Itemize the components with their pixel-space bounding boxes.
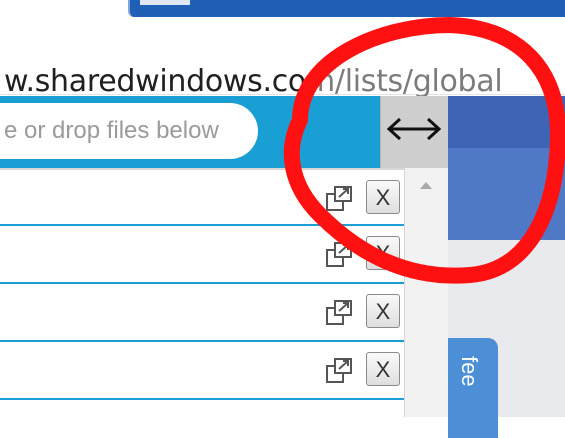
popout-window-icon[interactable] xyxy=(324,184,354,214)
horizontal-resize-arrow-icon[interactable] xyxy=(384,114,444,144)
tab-notch xyxy=(140,0,190,5)
close-button[interactable]: X xyxy=(366,180,400,214)
right-panel-title: s xyxy=(448,148,565,240)
scroll-up-arrow-icon[interactable] xyxy=(419,180,433,190)
url-text[interactable]: w.sharedwindows.com/lists/global xyxy=(4,64,503,99)
browser-tabstrip xyxy=(0,0,565,24)
browser-tab[interactable] xyxy=(128,0,565,17)
file-list: X X X X xyxy=(0,168,404,400)
popout-window-icon[interactable] xyxy=(324,356,354,386)
upload-bar: e or drop files below xyxy=(0,96,380,168)
list-item[interactable]: X xyxy=(0,168,404,226)
url-path: m/lists/global xyxy=(305,64,503,99)
address-bar[interactable]: w.sharedwindows.com/lists/global xyxy=(0,24,565,99)
close-button[interactable]: X xyxy=(366,294,400,328)
list-item[interactable]: X xyxy=(0,226,404,284)
popout-window-icon[interactable] xyxy=(324,298,354,328)
feed-tab-label: fee xyxy=(457,356,482,387)
list-scrollbar[interactable] xyxy=(404,168,448,417)
list-item[interactable]: X xyxy=(0,284,404,342)
popout-window-icon[interactable] xyxy=(324,240,354,270)
drop-files-input[interactable]: e or drop files below xyxy=(0,103,258,159)
close-button[interactable]: X xyxy=(366,352,400,386)
list-item[interactable]: X xyxy=(0,342,404,400)
pane-resize-handle[interactable] xyxy=(380,96,448,168)
right-panel-header xyxy=(448,96,565,148)
close-button[interactable]: X xyxy=(366,236,400,270)
feed-tab[interactable]: fee xyxy=(448,338,498,438)
url-host: w.sharedwindows.co xyxy=(4,64,306,99)
